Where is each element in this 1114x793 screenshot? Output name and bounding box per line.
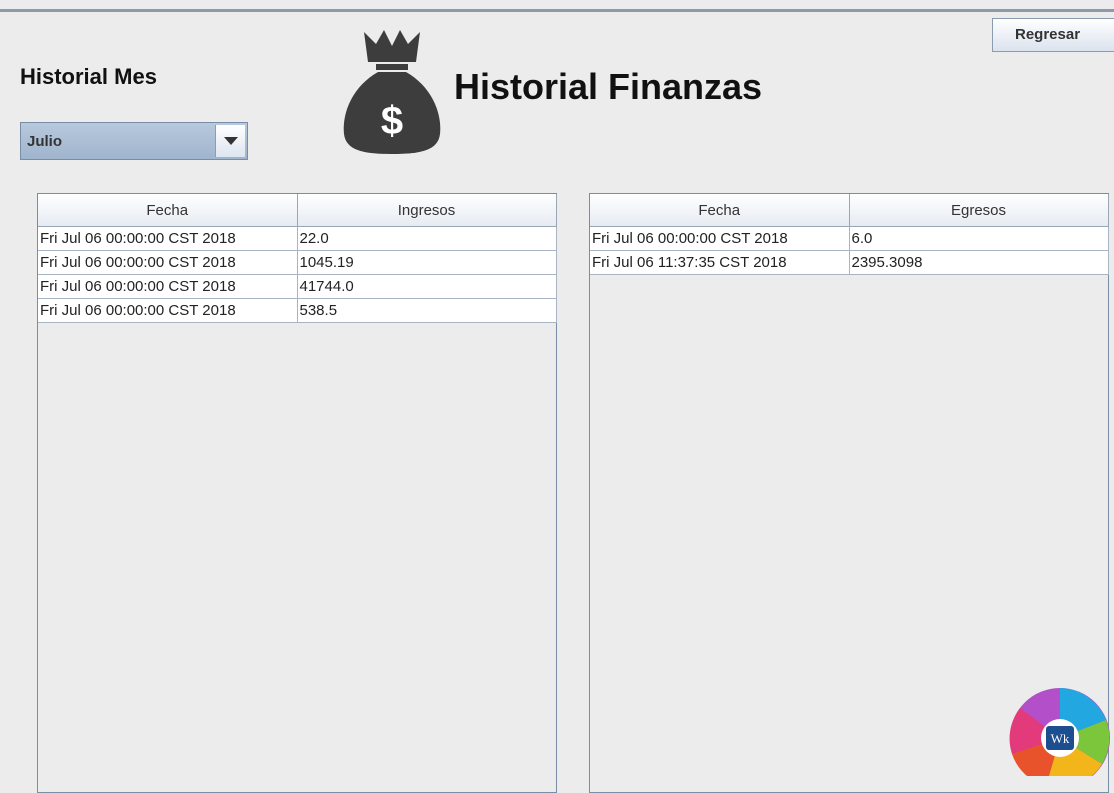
table-row[interactable]: Fri Jul 06 00:00:00 CST 2018 538.5	[38, 298, 557, 323]
table-row[interactable]: Fri Jul 06 00:00:00 CST 2018 22.0	[38, 226, 557, 251]
column-header-ingresos[interactable]: Ingresos	[297, 194, 557, 227]
logo-text: Wk	[1051, 731, 1070, 746]
table-row[interactable]: Fri Jul 06 00:00:00 CST 2018 1045.19	[38, 250, 557, 275]
column-header-egresos[interactable]: Egresos	[849, 194, 1109, 227]
month-select-value: Julio	[27, 133, 63, 150]
cell-egresos: 2395.3098	[849, 250, 1109, 275]
money-bag-icon: $	[343, 30, 441, 154]
egresos-table: Fecha Egresos Fri Jul 06 00:00:00 CST 20…	[590, 194, 1109, 275]
column-header-fecha[interactable]: Fecha	[38, 194, 298, 227]
cell-fecha: Fri Jul 06 00:00:00 CST 2018	[38, 250, 298, 275]
table-row[interactable]: Fri Jul 06 11:37:35 CST 2018 2395.3098	[590, 250, 1109, 275]
cell-ingresos: 22.0	[297, 226, 557, 251]
column-header-fecha[interactable]: Fecha	[590, 194, 850, 227]
cell-ingresos: 41744.0	[297, 274, 557, 299]
cell-fecha: Fri Jul 06 11:37:35 CST 2018	[590, 250, 850, 275]
cell-fecha: Fri Jul 06 00:00:00 CST 2018	[590, 226, 850, 251]
app-logo: Wk	[1009, 688, 1110, 776]
ingresos-table: Fecha Ingresos Fri Jul 06 00:00:00 CST 2…	[38, 194, 557, 323]
cell-fecha: Fri Jul 06 00:00:00 CST 2018	[38, 274, 298, 299]
ingresos-table-pane[interactable]: Fecha Ingresos Fri Jul 06 00:00:00 CST 2…	[37, 193, 557, 793]
chevron-down-icon[interactable]	[215, 125, 245, 157]
cell-fecha: Fri Jul 06 00:00:00 CST 2018	[38, 226, 298, 251]
table-row[interactable]: Fri Jul 06 00:00:00 CST 2018 6.0	[590, 226, 1109, 251]
month-select[interactable]: Julio	[20, 122, 248, 160]
back-button[interactable]: Regresar	[992, 18, 1114, 52]
table-row[interactable]: Fri Jul 06 00:00:00 CST 2018 41744.0	[38, 274, 557, 299]
window-top-border	[0, 9, 1114, 12]
page-title: Historial Finanzas	[454, 66, 763, 107]
dollar-sign: $	[381, 99, 403, 143]
cell-ingresos: 1045.19	[297, 250, 557, 275]
section-title: Historial Mes	[20, 64, 157, 89]
cell-ingresos: 538.5	[297, 298, 557, 323]
cell-fecha: Fri Jul 06 00:00:00 CST 2018	[38, 298, 298, 323]
cell-egresos: 6.0	[849, 226, 1109, 251]
